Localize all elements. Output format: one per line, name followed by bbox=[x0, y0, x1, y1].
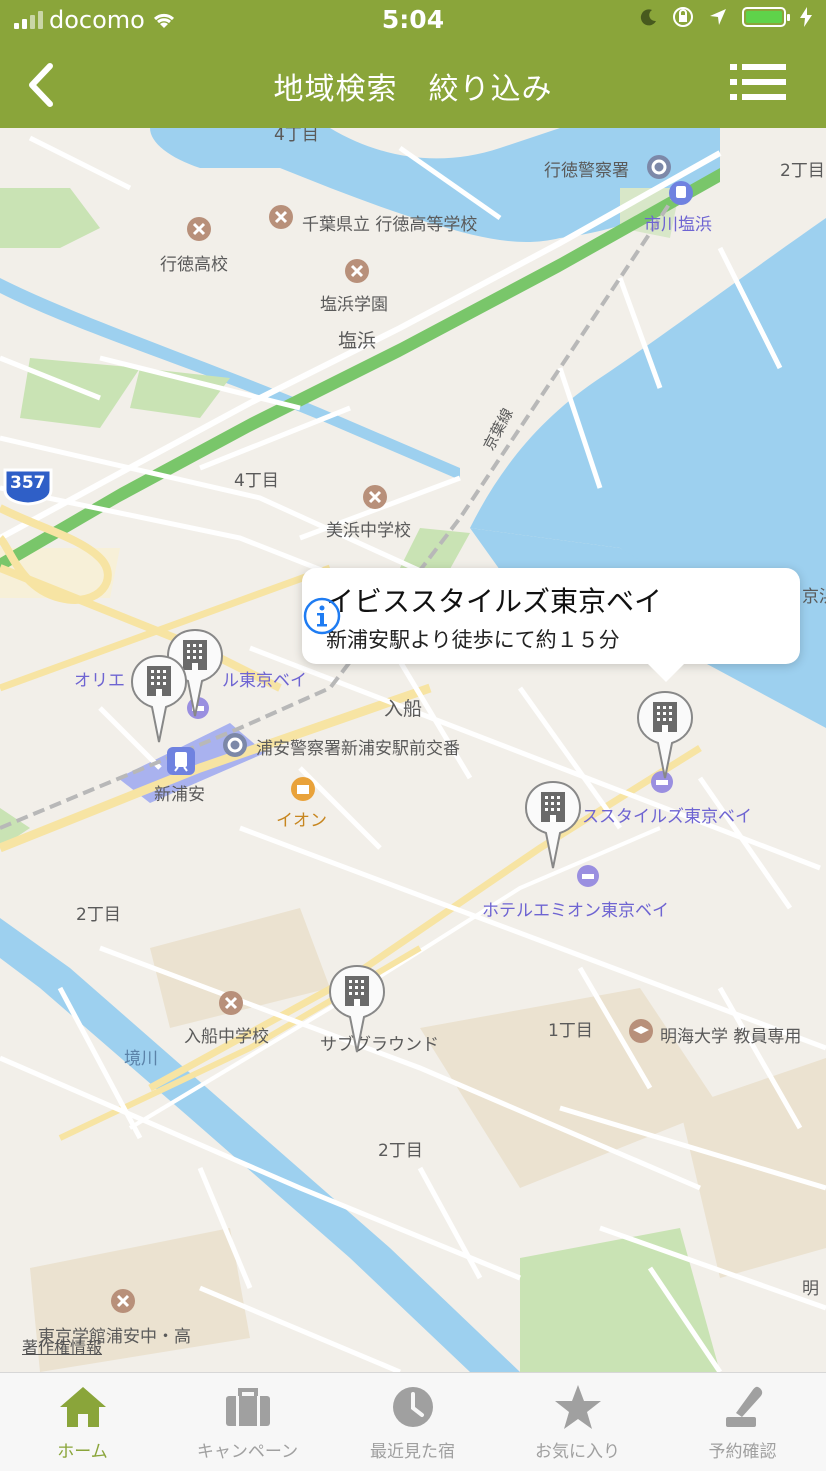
map-label: 入船 bbox=[384, 698, 423, 720]
callout-access: 新浦安駅より徒歩にて約１５分 bbox=[326, 628, 620, 652]
map-label: 2丁目 bbox=[378, 1141, 423, 1161]
hotel-pin[interactable] bbox=[524, 780, 582, 870]
moon-icon bbox=[640, 9, 656, 26]
orientation-lock-icon bbox=[673, 7, 693, 27]
hotel-callout[interactable]: イビススタイルズ東京ベイ 新浦安駅より徒歩にて約１５分 bbox=[302, 568, 800, 682]
home-icon bbox=[59, 1387, 106, 1427]
map-view[interactable]: 4丁目 行徳警察署 2丁目 千葉県立 行徳高等学校 市川塩浜 行徳高校 塩浜学園… bbox=[0, 128, 826, 1372]
map-label: 塩浜 bbox=[338, 330, 377, 352]
school-icon bbox=[219, 991, 243, 1015]
tab-label: キャンペーン bbox=[196, 1442, 299, 1462]
briefcase-icon bbox=[225, 1388, 270, 1426]
map-label: 1丁目 bbox=[548, 1021, 593, 1041]
map-label: 市川塩浜 bbox=[644, 215, 712, 235]
university-icon bbox=[629, 1019, 653, 1043]
tab-bar: ホーム キャンペーン 最近見た宿 お気に入り 予約確認 bbox=[0, 1372, 826, 1471]
school-icon bbox=[269, 205, 293, 229]
map-label: 明海大学 教員専用 bbox=[660, 1027, 802, 1047]
map-label: ル東京ベイ bbox=[222, 671, 307, 691]
map-label: 行徳警察署 bbox=[544, 161, 629, 181]
map-label: 4丁目 bbox=[274, 128, 319, 145]
shopping-icon bbox=[291, 777, 315, 801]
map-label: ホテルエミオン東京ベイ bbox=[482, 901, 669, 921]
hotel-pin-selected[interactable] bbox=[636, 690, 694, 780]
map-label: 新浦安 bbox=[154, 785, 205, 805]
map-label: 境川 bbox=[124, 1049, 158, 1069]
map-label: 塩浜学園 bbox=[320, 295, 388, 315]
police-icon bbox=[647, 155, 671, 179]
charging-icon bbox=[800, 7, 812, 27]
map-label: 2丁目 bbox=[780, 161, 825, 181]
tab-label: ホーム bbox=[57, 1442, 108, 1462]
star-icon bbox=[554, 1385, 601, 1429]
list-menu-icon[interactable] bbox=[730, 62, 786, 102]
map-label: 千葉県立 行徳高等学校 bbox=[302, 215, 478, 235]
map-label: イオン bbox=[276, 811, 327, 831]
tab-campaign[interactable]: キャンペーン bbox=[165, 1373, 330, 1471]
tab-label: 予約確認 bbox=[708, 1442, 777, 1462]
info-icon[interactable] bbox=[302, 596, 342, 636]
pen-icon bbox=[725, 1386, 762, 1427]
tab-favorites[interactable]: お気に入り bbox=[495, 1373, 660, 1471]
clock-icon bbox=[392, 1387, 433, 1427]
train-station-icon bbox=[669, 181, 693, 205]
page-title: 地域検索 絞り込み bbox=[273, 72, 553, 107]
school-icon bbox=[363, 485, 387, 509]
route-number: 357 bbox=[10, 473, 46, 493]
school-icon bbox=[111, 1289, 135, 1313]
police-icon bbox=[223, 733, 247, 757]
map-label: 入船中学校 bbox=[184, 1027, 269, 1047]
school-icon bbox=[187, 217, 211, 241]
map-label: オリエ bbox=[74, 671, 125, 691]
tab-label: お気に入り bbox=[535, 1442, 620, 1462]
copyright-link[interactable]: 著作権情報 bbox=[22, 1334, 102, 1358]
tab-home[interactable]: ホーム bbox=[0, 1373, 165, 1471]
map-label: 行徳高校 bbox=[160, 255, 228, 275]
map-label: ススタイルズ東京ベイ bbox=[582, 807, 752, 827]
tab-label: 最近見た宿 bbox=[370, 1442, 455, 1462]
map-label: 京浜 bbox=[802, 587, 826, 607]
map-label: 4丁目 bbox=[234, 471, 279, 491]
tab-reservations[interactable]: 予約確認 bbox=[660, 1373, 825, 1471]
school-icon bbox=[345, 259, 369, 283]
train-station-icon bbox=[167, 747, 195, 775]
map-label: 美浜中学校 bbox=[326, 521, 411, 541]
battery-icon bbox=[742, 7, 790, 27]
status-bar: docomo 5:04 bbox=[0, 0, 826, 40]
tab-recent[interactable]: 最近見た宿 bbox=[330, 1373, 495, 1471]
map-label: 明 bbox=[802, 1279, 819, 1299]
hotel-pin[interactable] bbox=[130, 654, 188, 744]
map-label: 浦安警察署新浦安駅前交番 bbox=[256, 739, 460, 759]
location-arrow-icon bbox=[710, 9, 726, 25]
map-label: 2丁目 bbox=[76, 905, 121, 925]
hotel-pin[interactable] bbox=[328, 964, 386, 1054]
callout-hotel-name: イビススタイルズ東京ベイ bbox=[326, 585, 663, 618]
navigation-bar: 地域検索 絞り込み bbox=[0, 40, 826, 128]
